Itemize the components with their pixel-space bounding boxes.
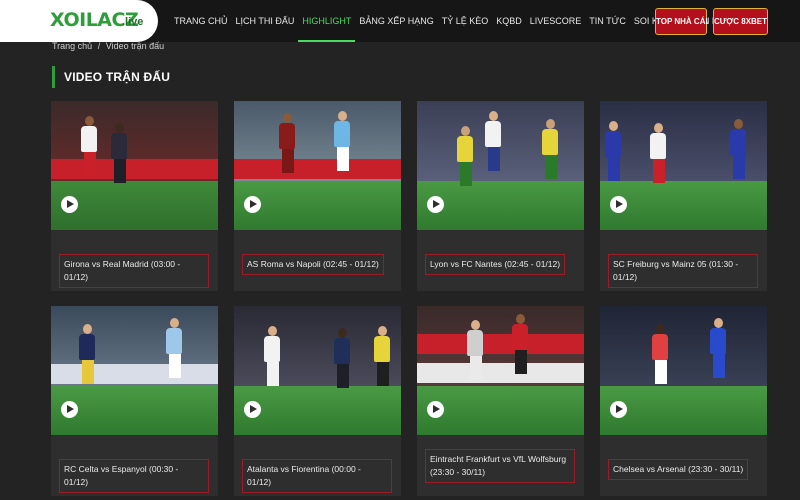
breadcrumb-current: Video trận đấu [105,41,165,51]
play-icon[interactable] [61,401,78,418]
video-title[interactable]: SC Freiburg vs Mainz 05 (01:30 - 01/12) [608,254,758,288]
video-card[interactable]: Atalanta vs Fiorentina (00:00 - 01/12) [234,306,401,496]
bet-8xbet-button[interactable]: CƯỢC 8XBET [713,8,768,35]
video-thumbnail[interactable] [234,101,401,230]
video-card[interactable]: Chelsea vs Arsenal (23:30 - 30/11) [600,306,767,496]
play-icon[interactable] [427,196,444,213]
play-icon[interactable] [61,196,78,213]
nav-highlight[interactable]: HIGHLIGHT [298,0,356,42]
video-thumbnail[interactable] [51,101,218,230]
video-title[interactable]: Lyon vs FC Nantes (02:45 - 01/12) [425,254,566,275]
nav-standings[interactable]: BẢNG XẾP HẠNG [355,0,437,42]
site-header: XOILACZ .live TRANG CHỦ LỊCH THI ĐẤU HIG… [0,0,800,42]
video-card[interactable]: AS Roma vs Napoli (02:45 - 01/12) [234,101,401,291]
video-card[interactable]: RC Celta vs Espanyol (00:30 - 01/12) [51,306,218,496]
breadcrumb-separator: / [97,41,101,51]
breadcrumb-home[interactable]: Trang chủ [52,41,92,51]
play-icon[interactable] [610,196,627,213]
play-icon[interactable] [244,196,261,213]
video-title[interactable]: Eintracht Frankfurt vs VfL Wolfsburg (23… [425,449,575,483]
video-title[interactable]: Chelsea vs Arsenal (23:30 - 30/11) [608,459,749,480]
video-thumbnail[interactable] [600,306,767,435]
video-card[interactable]: Girona vs Real Madrid (03:00 - 01/12) [51,101,218,291]
video-thumbnail[interactable] [51,306,218,435]
play-icon[interactable] [244,401,261,418]
video-thumbnail[interactable] [417,306,584,435]
video-card[interactable]: Lyon vs FC Nantes (02:45 - 01/12) [417,101,584,291]
nav-news[interactable]: TIN TỨC [585,0,630,42]
logo-suffix: .live [122,16,144,28]
nav-livescore[interactable]: LIVESCORE [526,0,586,42]
video-title[interactable]: AS Roma vs Napoli (02:45 - 01/12) [242,254,384,275]
video-title[interactable]: Girona vs Real Madrid (03:00 - 01/12) [59,254,209,288]
video-thumbnail[interactable] [600,101,767,230]
nav-home[interactable]: TRANG CHỦ [170,0,232,42]
video-title[interactable]: Atalanta vs Fiorentina (00:00 - 01/12) [242,459,392,493]
nav-odds[interactable]: TỶ LỆ KÈO [438,0,493,42]
video-card[interactable]: Eintracht Frankfurt vs VfL Wolfsburg (23… [417,306,584,496]
nav-results[interactable]: KQBD [492,0,526,42]
video-card[interactable]: SC Freiburg vs Mainz 05 (01:30 - 01/12) [600,101,767,291]
play-icon[interactable] [427,401,444,418]
play-icon[interactable] [610,401,627,418]
page-title: VIDEO TRẬN ĐẤU [52,66,170,88]
site-logo[interactable]: XOILACZ .live [0,0,158,42]
video-thumbnail[interactable] [417,101,584,230]
breadcrumb: Trang chủ / Video trận đấu [52,41,167,51]
nav-schedule[interactable]: LỊCH THI ĐẤU [232,0,299,42]
top-bookmakers-button[interactable]: TOP NHÀ CÁI [655,8,708,35]
video-thumbnail[interactable] [234,306,401,435]
video-title[interactable]: RC Celta vs Espanyol (00:30 - 01/12) [59,459,209,493]
